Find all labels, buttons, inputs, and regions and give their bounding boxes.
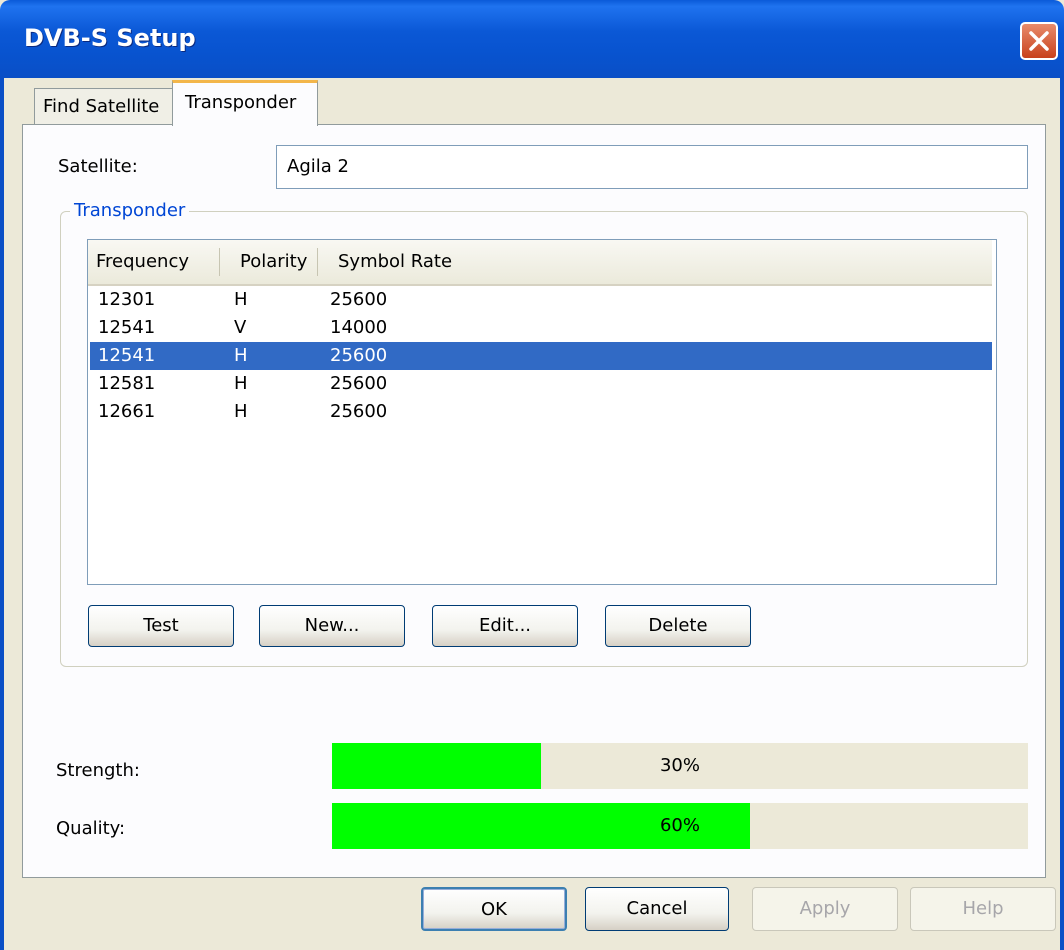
transponder-list[interactable]: Frequency Polarity Symbol Rate 12301 H 2… — [87, 239, 997, 585]
test-button[interactable]: Test — [88, 605, 234, 647]
cell-frequency: 12541 — [98, 317, 156, 338]
cancel-button[interactable]: Cancel — [585, 887, 729, 931]
close-icon — [1029, 31, 1049, 51]
list-item[interactable]: 12661 H 25600 — [90, 398, 992, 426]
help-button[interactable]: Help — [910, 887, 1056, 931]
cell-frequency: 12581 — [98, 373, 156, 394]
list-header: Frequency Polarity Symbol Rate — [88, 240, 992, 286]
cell-symbol-rate: 25600 — [330, 401, 388, 422]
title-bar[interactable]: DVB-S Setup — [0, 0, 1064, 78]
cell-symbol-rate: 25600 — [330, 373, 388, 394]
quality-value: 60% — [659, 815, 700, 836]
satellite-label: Satellite: — [58, 156, 138, 177]
list-item[interactable]: 12541 V 14000 — [90, 314, 992, 342]
tab-transponder[interactable]: Transponder — [172, 80, 318, 126]
cell-frequency: 12541 — [98, 345, 156, 366]
ok-button[interactable]: OK — [421, 887, 567, 931]
list-item[interactable]: 12301 H 25600 — [90, 286, 992, 314]
edit-button[interactable]: Edit... — [432, 605, 578, 647]
cell-polarity: H — [234, 345, 248, 366]
cell-frequency: 12661 — [98, 401, 156, 422]
close-button[interactable] — [1020, 22, 1058, 60]
cell-frequency: 12301 — [98, 289, 156, 310]
window-title: DVB-S Setup — [24, 24, 196, 52]
transponder-group-title: Transponder — [70, 200, 190, 221]
strength-value: 30% — [659, 755, 700, 776]
cell-symbol-rate: 25600 — [330, 345, 388, 366]
cell-polarity: H — [234, 401, 248, 422]
cell-polarity: H — [234, 373, 248, 394]
strength-meter: 30% — [332, 743, 1028, 789]
quality-meter: 60% — [332, 803, 1028, 849]
cell-polarity: H — [234, 289, 248, 310]
new-button[interactable]: New... — [259, 605, 405, 647]
cell-symbol-rate: 25600 — [330, 289, 388, 310]
window-frame-right — [1060, 78, 1064, 950]
column-header-polarity[interactable]: Polarity — [220, 240, 318, 284]
list-item-selected[interactable]: 12541 H 25600 — [90, 342, 992, 370]
quality-label: Quality: — [56, 818, 126, 839]
column-header-symbol-rate[interactable]: Symbol Rate — [318, 240, 990, 284]
satellite-field[interactable]: Agila 2 — [276, 145, 1028, 189]
window-frame-left — [0, 78, 4, 950]
apply-button[interactable]: Apply — [752, 887, 898, 931]
cell-polarity: V — [234, 317, 247, 338]
column-header-frequency[interactable]: Frequency — [88, 240, 220, 284]
list-item[interactable]: 12581 H 25600 — [90, 370, 992, 398]
cell-symbol-rate: 14000 — [330, 317, 388, 338]
delete-button[interactable]: Delete — [605, 605, 751, 647]
tab-find-satellite[interactable]: Find Satellite — [34, 88, 174, 124]
strength-label: Strength: — [56, 760, 140, 781]
